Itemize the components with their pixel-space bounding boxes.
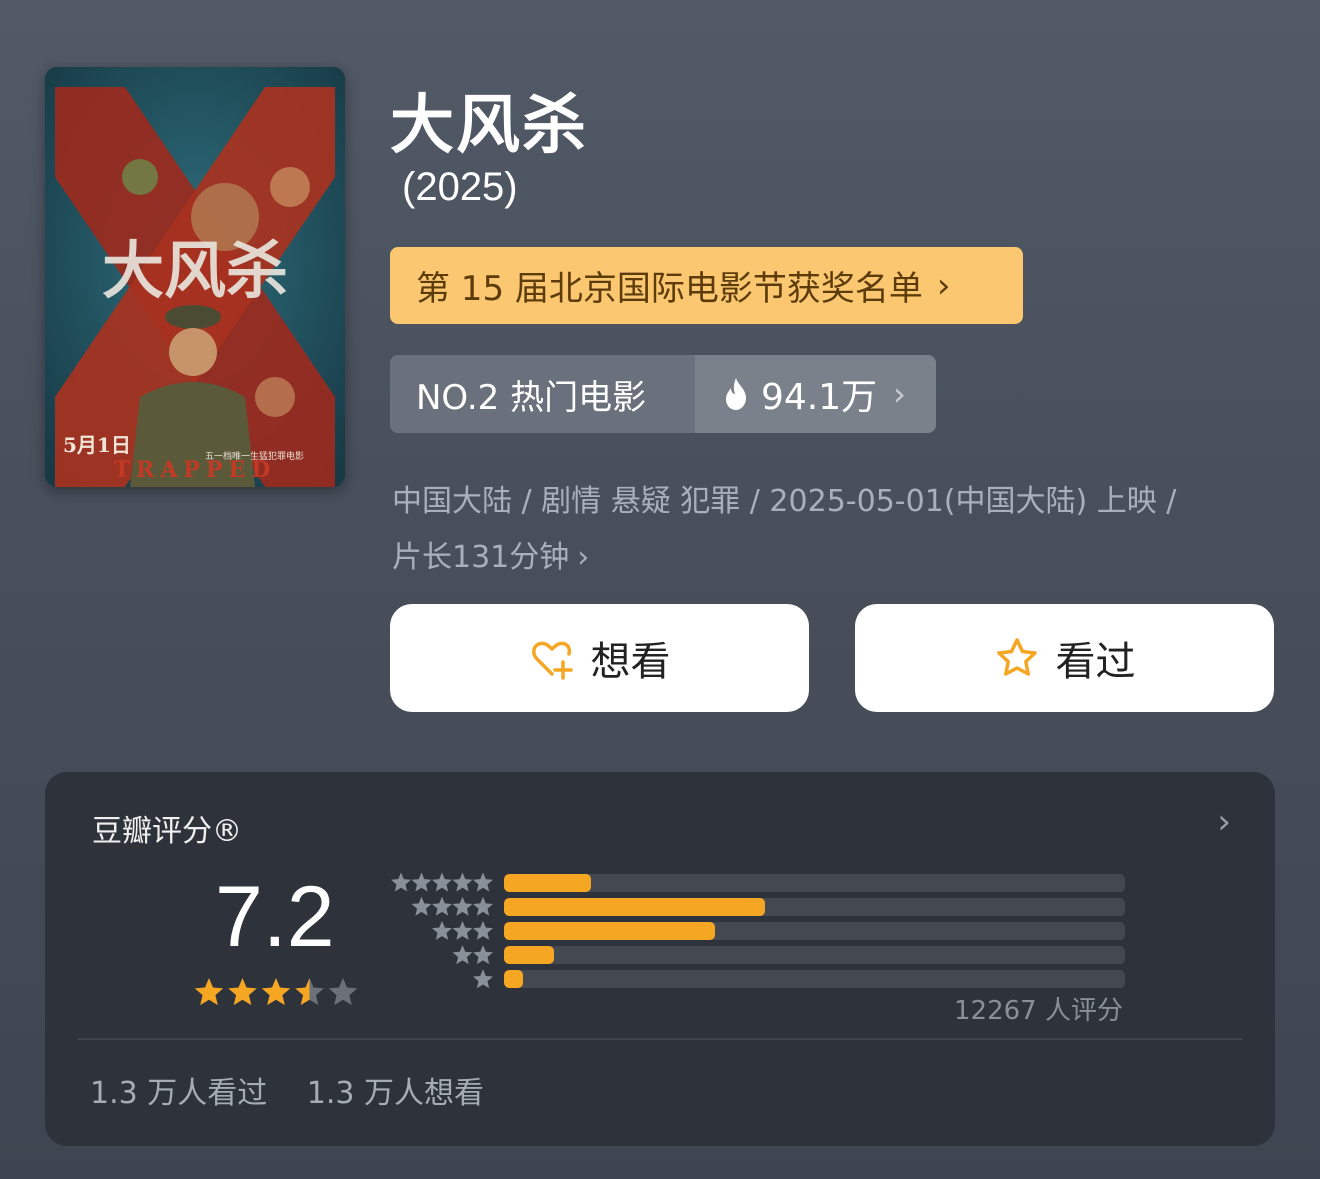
movie-poster[interactable]: 大风杀 5月1日 五一档唯一生猛犯罪电影 TRAPPED [45,67,345,487]
distribution-star-icon [411,872,432,892]
poster-english-title: TRAPPED [114,457,277,483]
raters-count: 12267 人评分 [954,996,1123,1026]
poster-art: 大风杀 5月1日 五一档唯一生猛犯罪电影 TRAPPED [45,67,345,487]
award-banner-link[interactable]: 第 15 届北京国际电影节获奖名单 › [390,247,1023,324]
distribution-star-icon [411,896,432,916]
distribution-star-icon [473,969,493,989]
heart-plus-icon [531,641,573,680]
distribution-star-icon [452,872,473,892]
movie-year: (2025) [402,165,518,209]
bar-fill [504,898,765,916]
bar-fill [504,874,591,892]
rating-star-icon [328,978,358,1006]
distribution-star-icon [391,872,411,892]
rating-star-icon [261,978,291,1006]
distribution-star-icon [432,920,452,940]
bar-2-star [504,946,1125,964]
distribution-star-icon [432,872,452,892]
rating-star-icon [228,978,257,1006]
award-banner-label: 第 15 届北京国际电影节获奖名单 [416,269,923,309]
poster-date: 5月1日 [63,433,131,457]
meta-line-1: 中国大陆 / 剧情 悬疑 犯罪 / 2025-05-01(中国大陆) 上映 / [392,484,1177,519]
rank-label: NO.2 热门电影 [390,355,695,433]
want-label: 想看 [590,639,671,685]
bar-fill [504,970,523,988]
heat-link[interactable]: 94.1万 › [695,355,936,433]
watched-button[interactable]: 看过 [855,604,1274,712]
chevron-right-icon: › [577,540,590,575]
bar-5-star [504,874,1125,892]
watch-counts: 1.3 万人看过 1.3 万人想看 [90,1068,484,1112]
want-count[interactable]: 1.3 万人想看 [307,1076,484,1111]
bar-fill [504,922,716,940]
movie-title: 大风杀 [390,89,588,163]
distribution-star-labels [391,872,493,989]
rating-card-title: 豆瓣评分® [92,814,242,849]
chevron-right-icon[interactable]: › [1217,802,1231,842]
poster-title-art: 大风杀 [102,234,288,307]
movie-meta: 中国大陆 / 剧情 悬疑 犯罪 / 2025-05-01(中国大陆) 上映 / … [392,474,1272,586]
bar-3-star [504,922,1125,940]
score-stars [194,978,358,1006]
rating-distribution [504,874,1125,994]
star-outline-icon [996,638,1037,676]
distribution-star-icon [452,945,473,965]
bar-4-star [504,898,1125,916]
distribution-star-icon [473,896,493,916]
seen-label: 看过 [1055,639,1136,685]
bar-fill [504,946,554,964]
chevron-right-icon: › [893,375,906,413]
want-to-watch-button[interactable]: 想看 [390,604,809,712]
seen-count[interactable]: 1.3 万人看过 [90,1076,267,1111]
distribution-star-icon [452,896,473,916]
fire-icon [726,378,746,410]
rating-star-icon [295,978,324,1006]
rating-score: 7.2 [215,869,335,965]
douban-rating-card[interactable]: 豆瓣评分® › 7.2 12267 人评分 1.3 万人看过 1.3 万人想看 [45,772,1275,1146]
meta-line-2: 片长131分钟 [392,540,570,575]
distribution-star-icon [452,920,473,940]
runtime-link[interactable]: 片长131分钟 › [392,530,1272,586]
distribution-star-icon [432,896,452,916]
rating-star-icon [194,978,224,1006]
distribution-star-icon [473,872,493,892]
heat-value: 94.1万 [761,377,878,418]
distribution-star-icon [473,945,493,965]
divider [78,1038,1242,1040]
bar-1-star [504,970,1125,988]
distribution-star-icon [473,920,493,940]
rank-pill[interactable]: NO.2 热门电影 94.1万 › [390,355,936,433]
chevron-right-icon: › [936,265,951,306]
